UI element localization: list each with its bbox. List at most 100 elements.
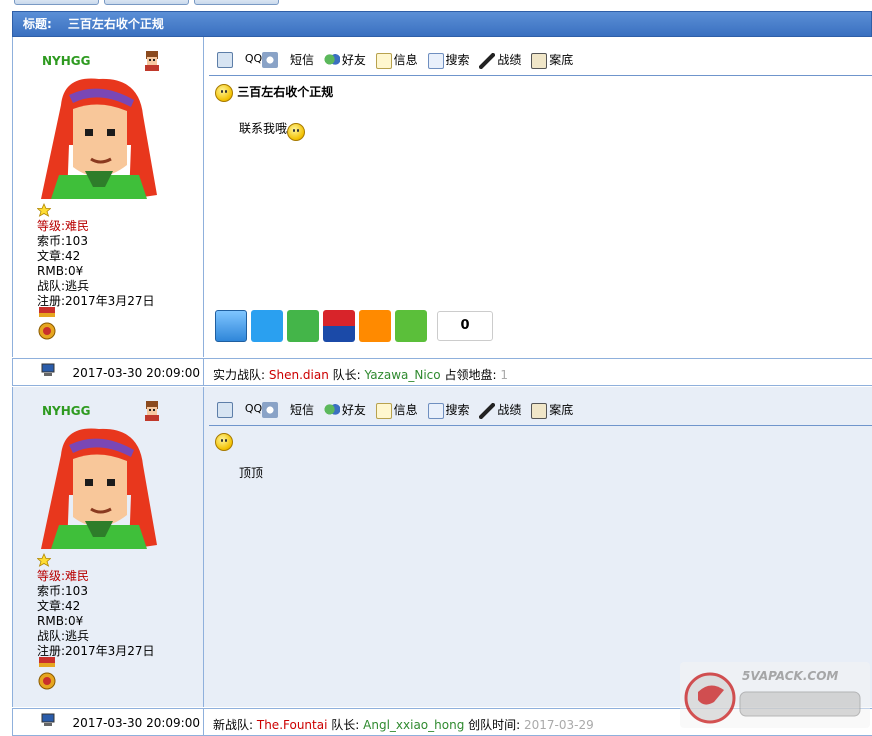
weibo-share-icon[interactable] [359,310,391,342]
wink-emoji-icon [287,123,306,141]
topic-title-bar: 标题: 三百左右收个正规 [12,11,872,37]
new-topic-button[interactable] [104,0,189,5]
qq-label: QQ [244,401,263,415]
post-1-author-panel: NYHGG 等级:难民 索币:103 文章:42 RMB:0¥ 战队:逃兵 注册… [13,37,204,357]
toolbar-divider [209,75,872,76]
post-2: NYHGG 等级:难民 索币:103 文章:42 RMB:0¥ 战队:逃兵 注册… [12,387,872,707]
qzone-share-icon[interactable] [215,310,247,342]
articles-label: 文章: [37,599,66,613]
register-label: 注册: [37,294,66,308]
picture-button[interactable] [217,401,235,418]
captain-label: 队长: [332,368,361,382]
territory-value: 1 [500,368,508,382]
friends-label: 好友 [341,53,366,67]
qq-button[interactable]: QQ [245,51,280,68]
post-1-date-cell: 2017-03-30 20:09:00 [13,359,204,385]
coins-label: 索币: [37,584,66,598]
post-title-text: 三百左右收个正规 [237,85,334,99]
rank-star-icon [37,553,51,567]
articles-label: 文章: [37,249,66,263]
toolbar-divider [209,425,872,426]
post-date: 2017-03-30 20:09:00 [72,366,200,380]
rmb-label: RMB: [37,614,68,628]
info-button[interactable]: 信息 [375,401,418,419]
post-toolbar: QQ 短信 好友 信息 搜索 战绩 案底 [217,401,872,423]
user-avatar[interactable] [39,75,159,199]
message-button[interactable]: 短信 [290,401,314,418]
user-stats: 等级:难民 索币:103 文章:42 RMB:0¥ 战队:逃兵 注册:2017年… [37,569,155,659]
record-button[interactable]: 案底 [531,51,573,69]
username-link[interactable]: NYHGG [42,54,90,68]
medal-icon [38,657,56,690]
record-icon [531,402,548,419]
friends-label: 好友 [341,403,366,417]
team-link[interactable]: Shen.dian [269,368,329,382]
register-value: 2017年3月27日 [65,644,155,658]
computer-icon [41,363,55,376]
friends-button[interactable]: 好友 [323,401,366,419]
post-1: NYHGG 等级:难民 索币:103 文章:42 RMB:0¥ 战队:逃兵 注册… [12,37,872,357]
coins-value: 103 [65,584,88,598]
level-value: 难民 [65,219,90,233]
friends-icon [323,52,340,69]
stats-button[interactable]: 战绩 [479,51,521,69]
friends-button[interactable]: 好友 [323,51,366,69]
share-count: 0 [437,311,493,341]
friends-icon [323,402,340,419]
team-label: 战队: [37,279,66,293]
record-label: 案底 [549,53,574,67]
picture-icon [217,401,233,418]
post-body-text: 联系我哦 [239,121,288,136]
post-2-date-cell: 2017-03-30 20:09:00 [13,709,204,735]
register-value: 2017年3月27日 [65,294,155,308]
vote-button[interactable] [194,0,279,5]
search-button[interactable]: 搜索 [427,51,470,69]
topic-title: 三百左右收个正规 [67,17,164,31]
coins-value: 103 [65,234,88,248]
search-label: 搜索 [445,403,470,417]
post-title [215,433,233,451]
user-avatar[interactable] [39,425,159,549]
post-toolbar: QQ 短信 好友 信息 搜索 战绩 案底 [217,51,872,73]
captain-link[interactable]: Yazawa_Nico [365,368,441,382]
username-link[interactable]: NYHGG [42,404,90,418]
team-label: 战队: [37,629,66,643]
qq-share-icon[interactable] [251,310,283,342]
rank-star-icon [37,203,51,217]
rmb-label: RMB: [37,264,68,278]
register-label: 注册: [37,644,66,658]
info-button[interactable]: 信息 [375,51,418,69]
shooter-icon [479,402,496,419]
qq-icon [262,51,279,68]
message-button[interactable]: 短信 [290,51,314,68]
qq-icon [262,401,279,418]
team-label: 实力战队: [213,368,266,382]
post-2-content: QQ 短信 好友 信息 搜索 战绩 案底 顶顶 [205,387,872,707]
record-label: 案底 [549,403,574,417]
search-icon [427,52,444,69]
smile-icon [215,83,233,102]
level-label: 等级: [37,569,66,583]
search-button[interactable]: 搜索 [427,401,470,419]
post-1-footer: 2017-03-30 20:09:00 实力战队: Shen.dian 队长: … [12,358,872,386]
more-share-icon[interactable] [395,310,427,342]
stats-button[interactable]: 战绩 [479,401,521,419]
user-gender-icon [145,51,159,71]
wechat-share-icon[interactable] [287,310,319,342]
picture-button[interactable] [217,51,235,68]
search-label: 搜索 [445,53,470,67]
record-button[interactable]: 案底 [531,401,573,419]
qq-button[interactable]: QQ [244,401,280,418]
post-2-author-panel: NYHGG 等级:难民 索币:103 文章:42 RMB:0¥ 战队:逃兵 注册… [13,387,204,707]
level-value: 难民 [65,569,90,583]
medal-icon [38,307,56,340]
articles-value: 42 [65,249,81,263]
territory-label: 占领地盘: [444,368,497,382]
reply-button[interactable] [14,0,99,5]
stats-label: 战绩 [497,53,522,67]
renren-share-icon[interactable] [323,310,355,342]
topic-label: 标题: [23,17,52,31]
info-label: 信息 [393,53,418,67]
site-watermark-logo: 5VAPACK.COM [680,662,870,728]
post-date: 2017-03-30 20:09:00 [72,716,200,730]
